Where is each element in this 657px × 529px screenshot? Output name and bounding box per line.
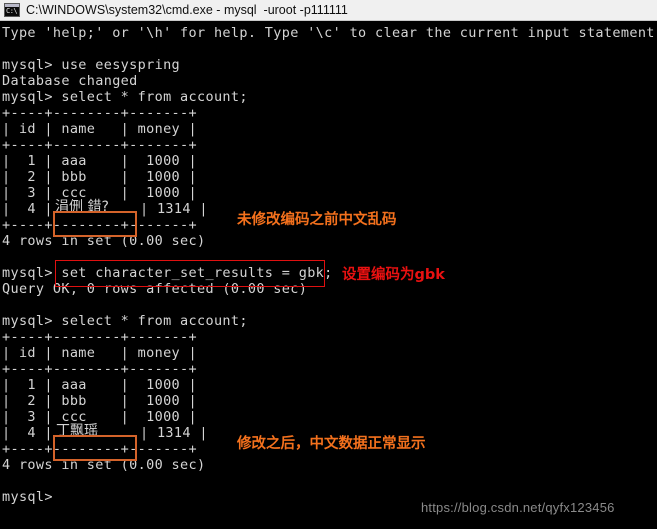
correct-row-money: | 1314 |	[140, 425, 208, 441]
console-line: | 4 |	[2, 425, 53, 441]
correct-name-highlight-box	[53, 435, 137, 461]
console-line: mysql> select * from account;	[2, 89, 248, 105]
garbled-name-highlight-box	[53, 211, 137, 237]
console-line: | id | name | money |	[2, 121, 197, 137]
console-line: mysql> use eesyspring	[2, 57, 181, 73]
garbled-row-money: | 1314 |	[140, 201, 208, 217]
window-title: C:\WINDOWS\system32\cmd.exe - mysql -uro…	[26, 3, 348, 17]
console-line: mysql>	[2, 489, 53, 505]
console-line: +----+--------+-------+	[2, 105, 197, 121]
cmd-window: C:\ C:\WINDOWS\system32\cmd.exe - mysql …	[0, 0, 657, 529]
console-line: Type 'help;' or '\h' for help. Type '\c'…	[2, 25, 657, 41]
console-line: +----+--------+-------+	[2, 361, 197, 377]
cmd-console-icon: C:\	[4, 3, 20, 17]
console-line: | 1 | aaa | 1000 |	[2, 153, 197, 169]
window-titlebar: C:\ C:\WINDOWS\system32\cmd.exe - mysql …	[0, 0, 657, 21]
console-line: | id | name | money |	[2, 345, 197, 361]
console-line: Database changed	[2, 73, 138, 89]
console-line: | 2 | bbb | 1000 |	[2, 393, 197, 409]
console-output-area[interactable]: Type 'help;' or '\h' for help. Type '\c'…	[0, 21, 657, 529]
cmd-icon-prompt-glyph: C:\	[6, 7, 18, 15]
annotation-fixed-label: 修改之后，中文数据正常显示	[237, 436, 426, 452]
annotation-set-encoding-label: 设置编码为gbk	[342, 267, 445, 283]
console-line: mysql> select * from account;	[2, 313, 248, 329]
console-line: | 4 |	[2, 201, 53, 217]
console-line: | 1 | aaa | 1000 |	[2, 377, 197, 393]
console-line: | 3 | ccc | 1000 |	[2, 409, 197, 425]
console-line: +----+--------+-------+	[2, 137, 197, 153]
blog-watermark: https://blog.csdn.net/qyfx123456	[421, 500, 615, 515]
console-line: | 2 | bbb | 1000 |	[2, 169, 197, 185]
console-line: +----+--------+-------+	[2, 329, 197, 345]
set-command-highlight-box	[55, 260, 325, 287]
annotation-garbled-label: 未修改编码之前中文乱码	[237, 212, 397, 228]
